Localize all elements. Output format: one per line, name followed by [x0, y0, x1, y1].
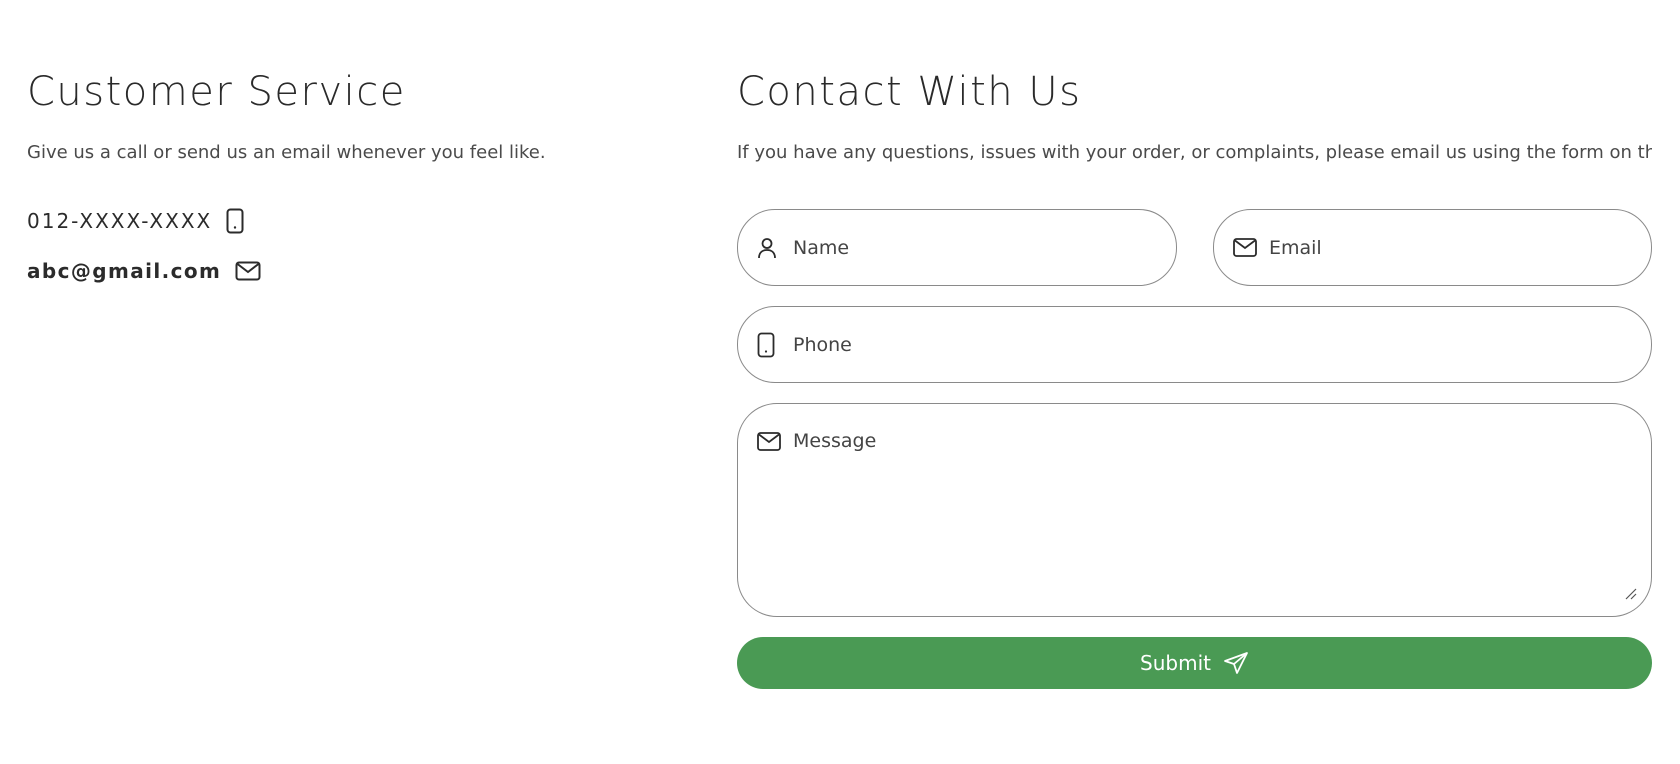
customer-service-section: Customer Service Give us a call or send …	[27, 68, 667, 286]
phone-field[interactable]	[737, 306, 1652, 383]
phone-icon	[757, 332, 775, 358]
phone-icon	[226, 208, 244, 234]
message-textarea[interactable]	[793, 430, 1524, 580]
contact-email-address[interactable]: abc@gmail.com	[27, 259, 221, 283]
contact-form-section: Contact With Us If you have any question…	[737, 68, 1652, 689]
contact-phone[interactable]: 012-XXXX-XXXX	[27, 206, 667, 236]
name-input[interactable]	[793, 236, 1144, 259]
contact-form-description: If you have any questions, issues with y…	[737, 142, 1652, 163]
mail-icon	[1233, 238, 1257, 257]
contact-phone-number[interactable]: 012-XXXX-XXXX	[27, 209, 212, 233]
resize-handle-icon[interactable]	[1625, 585, 1637, 604]
phone-input[interactable]	[793, 333, 1524, 356]
submit-button[interactable]: Submit	[737, 637, 1652, 689]
customer-service-description: Give us a call or send us an email whene…	[27, 142, 546, 163]
contact-email[interactable]: abc@gmail.com	[27, 256, 667, 286]
send-icon	[1223, 651, 1249, 675]
customer-service-title: Customer Service	[27, 69, 406, 115]
name-field[interactable]	[737, 209, 1177, 286]
mail-icon	[757, 432, 781, 451]
email-input[interactable]	[1269, 236, 1619, 259]
submit-button-label: Submit	[1140, 651, 1211, 675]
message-field[interactable]	[737, 403, 1652, 617]
contact-form-title: Contact With Us	[737, 69, 1082, 115]
mail-icon	[235, 261, 261, 281]
user-icon	[757, 237, 777, 259]
email-field[interactable]	[1213, 209, 1652, 286]
